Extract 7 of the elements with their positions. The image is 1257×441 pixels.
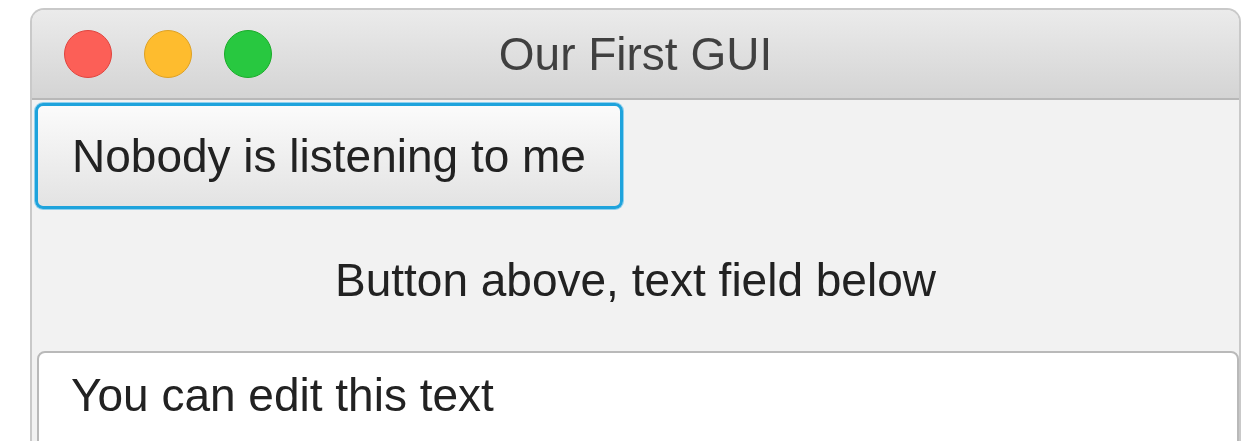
push-button[interactable]: Nobody is listening to me [35,103,623,209]
label-text: Button above, text field below [334,253,937,307]
text-field[interactable]: You can edit this text [37,351,1239,441]
window-title: Our First GUI [498,27,773,81]
close-button[interactable] [64,30,112,78]
minimize-button[interactable] [144,30,192,78]
zoom-button[interactable] [224,30,272,78]
